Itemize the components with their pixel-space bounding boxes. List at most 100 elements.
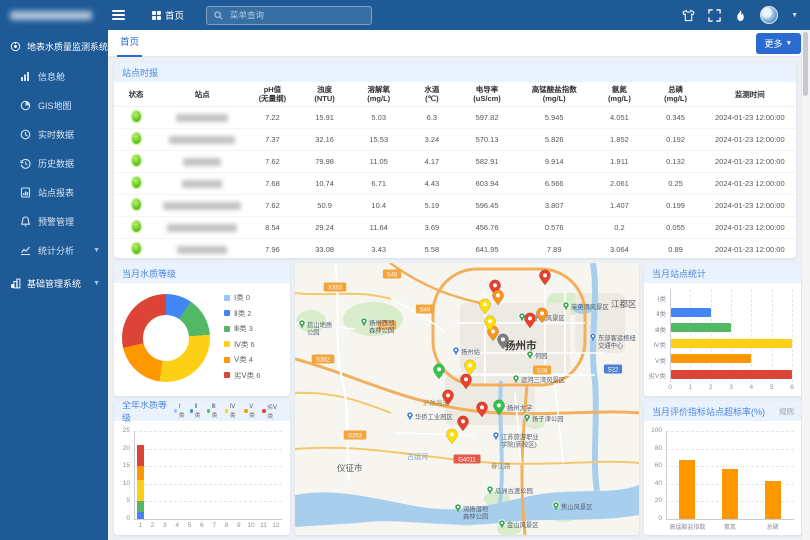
sidebar-item-label: GIS地图: [38, 99, 100, 112]
gridline: [134, 484, 282, 485]
x-tick: 2: [705, 384, 717, 391]
category-label: Ⅴ类: [644, 355, 666, 365]
yearly-grade-legend: Ⅰ类 Ⅱ类 Ⅲ类 Ⅳ类 Ⅴ类劣Ⅴ类: [174, 402, 282, 420]
x-tick: 5: [183, 522, 195, 529]
map-label: 运河三湾风景区: [513, 375, 565, 384]
hbar[interactable]: [671, 339, 792, 348]
dashboard-content: 站点时报 状态站点pH值(无量纲)浊度(NTU)溶解氧(mg/L)水温(℃)电导…: [108, 57, 810, 540]
y-tick: 100: [646, 427, 662, 434]
yearly-grade-chart[interactable]: 0510152025123456789101112: [114, 421, 290, 535]
svg-text:X353: X353: [328, 286, 343, 292]
stacked-bar-segment[interactable]: [137, 466, 144, 480]
sidebar-base-group[interactable]: 基础管理系统 ▼: [0, 265, 108, 299]
sidebar-item-5[interactable]: 站点报表: [0, 178, 108, 207]
cell-value: 50.9: [299, 194, 351, 216]
gridline: [134, 431, 282, 432]
menu-search-input[interactable]: [228, 9, 364, 21]
legend-item[interactable]: Ⅱ类: [190, 404, 203, 419]
station-report-body: 状态站点pH值(无量纲)浊度(NTU)溶解氧(mg/L)水温(℃)电导率(uS/…: [114, 82, 796, 258]
gis-map[interactable]: X353S48G40S352S49S28S353S22G4011 扬州市江都区仪…: [295, 263, 639, 535]
cell-value: 2024-01-23 12:00:00: [704, 128, 796, 150]
sidebar-item-6[interactable]: 预警管理: [0, 207, 108, 236]
more-button[interactable]: 更多 ▼: [756, 33, 801, 54]
monthly-station-stats-panel: 当月站点统计 0123456Ⅰ类Ⅱ类Ⅲ类Ⅳ类Ⅴ类劣Ⅴ类: [644, 263, 802, 396]
cell-value: 15.53: [351, 128, 407, 150]
sidebar-collapse-button[interactable]: [112, 10, 138, 20]
legend-item[interactable]: Ⅰ类: [174, 404, 186, 419]
table-row[interactable]: 7.2215.915.036.3597.825.9454.0510.345202…: [114, 106, 796, 128]
stats-icon: [20, 245, 31, 256]
tab-home[interactable]: 首页: [117, 30, 142, 57]
legend-item[interactable]: Ⅳ类: [225, 404, 240, 419]
legend-item[interactable]: Ⅴ类: [244, 404, 258, 419]
svg-text:捺山地质: 捺山地质: [307, 320, 332, 329]
menu-search[interactable]: [206, 6, 372, 25]
col-header: 状态: [114, 82, 158, 106]
rate-bar[interactable]: [765, 481, 781, 519]
table-row[interactable]: 7.6250.910.45.19596.453.8071.4070.199202…: [114, 194, 796, 216]
sidebar-system-group[interactable]: 地表水质量监测系统 ▲: [0, 30, 108, 62]
sidebar-item-7[interactable]: 统计分析▼: [0, 236, 108, 265]
y-axis: [666, 431, 667, 519]
svg-text:森林公园: 森林公园: [463, 511, 488, 520]
sidebar-item-label: 信息舱: [38, 70, 100, 83]
hbar[interactable]: [671, 370, 792, 379]
road-badge: S352: [312, 355, 335, 364]
stacked-bar-segment[interactable]: [137, 445, 144, 466]
col-header: 电导率(uS/cm): [457, 82, 517, 106]
cell-value: 0.89: [647, 238, 703, 258]
stacked-bar-segment[interactable]: [137, 512, 144, 519]
cell-value: 603.94: [457, 172, 517, 194]
x-tick: 4: [745, 384, 757, 391]
col-header: 溶解氧(mg/L): [351, 82, 407, 106]
theme-skin-icon[interactable]: [682, 9, 695, 22]
table-row[interactable]: 7.6810.746.714.43603.946.5662.0610.25202…: [114, 172, 796, 194]
table-row[interactable]: 7.9633.083.435.58641.957.893.0640.892024…: [114, 238, 796, 258]
user-menu-chevron-down-icon[interactable]: ▼: [791, 12, 798, 19]
col-header: pH值(无量纲): [246, 82, 298, 106]
x-tick: 7: [208, 522, 220, 529]
rules-link[interactable]: 规则: [779, 406, 794, 417]
hbar[interactable]: [671, 308, 711, 317]
status-indicator: [132, 133, 141, 144]
map-label: 仪征市: [337, 463, 363, 473]
user-avatar[interactable]: [760, 6, 778, 24]
sidebar-item-1[interactable]: 信息舱: [0, 62, 108, 91]
legend-item[interactable]: 劣Ⅴ类: [262, 402, 282, 420]
y-axis: [670, 289, 671, 382]
sidebar-item-3[interactable]: 实时数据: [0, 120, 108, 149]
stacked-bar-segment[interactable]: [137, 501, 144, 512]
sidebar-item-4[interactable]: 历史数据: [0, 149, 108, 178]
monthly-station-stats-chart[interactable]: 0123456Ⅰ类Ⅱ类Ⅲ类Ⅳ类Ⅴ类劣Ⅴ类: [644, 283, 802, 396]
fullscreen-icon[interactable]: [708, 9, 721, 22]
table-header-row: 状态站点pH值(无量纲)浊度(NTU)溶解氧(mg/L)水温(℃)电导率(uS/…: [114, 82, 796, 106]
rate-bar[interactable]: [679, 460, 695, 519]
x-tick: 6: [786, 384, 798, 391]
sidebar-item-2[interactable]: GIS地图: [0, 91, 108, 120]
cell-value: 7.37: [246, 128, 298, 150]
donut-chart[interactable]: [122, 294, 210, 382]
breadcrumb-home[interactable]: 首页: [152, 8, 184, 22]
legend-label: Ⅴ类 4: [234, 354, 253, 365]
cell-value: 0.055: [647, 216, 703, 238]
sidebar: 地表水质量监测系统 ▲ 信息舱 GIS地图实时数据历史数据站点报表预警管理统计分析…: [0, 30, 108, 540]
hbar[interactable]: [671, 354, 751, 363]
table-row[interactable]: 8.5429.2411.643.69456.760.5760.20.055202…: [114, 216, 796, 238]
stacked-bar-segment[interactable]: [137, 480, 144, 501]
hbar[interactable]: [671, 323, 731, 332]
notification-flame-icon[interactable]: [734, 9, 747, 22]
legend-item: Ⅲ类 3: [224, 323, 260, 334]
table-row[interactable]: 7.3732.1615.533.24570.135.8261.8520.1922…: [114, 128, 796, 150]
sidebar-item-label: 站点报表: [38, 186, 100, 199]
rate-bar[interactable]: [722, 469, 738, 519]
table-row[interactable]: 7.6279.9811.054.17582.919.9141.9110.1322…: [114, 150, 796, 172]
cell-value: 7.62: [246, 194, 298, 216]
legend-item[interactable]: Ⅲ类: [207, 404, 221, 419]
gridline: [690, 289, 691, 382]
vertical-scrollbar[interactable]: [801, 30, 810, 540]
status-indicator: [132, 221, 141, 232]
legend-label: Ⅲ类 3: [234, 323, 253, 334]
exceedance-rate-chart[interactable]: 020406080100高锰酸盐指数氨氮总磷: [644, 421, 802, 535]
scrollbar-thumb[interactable]: [803, 32, 808, 96]
cell-value: 5.945: [517, 106, 591, 128]
